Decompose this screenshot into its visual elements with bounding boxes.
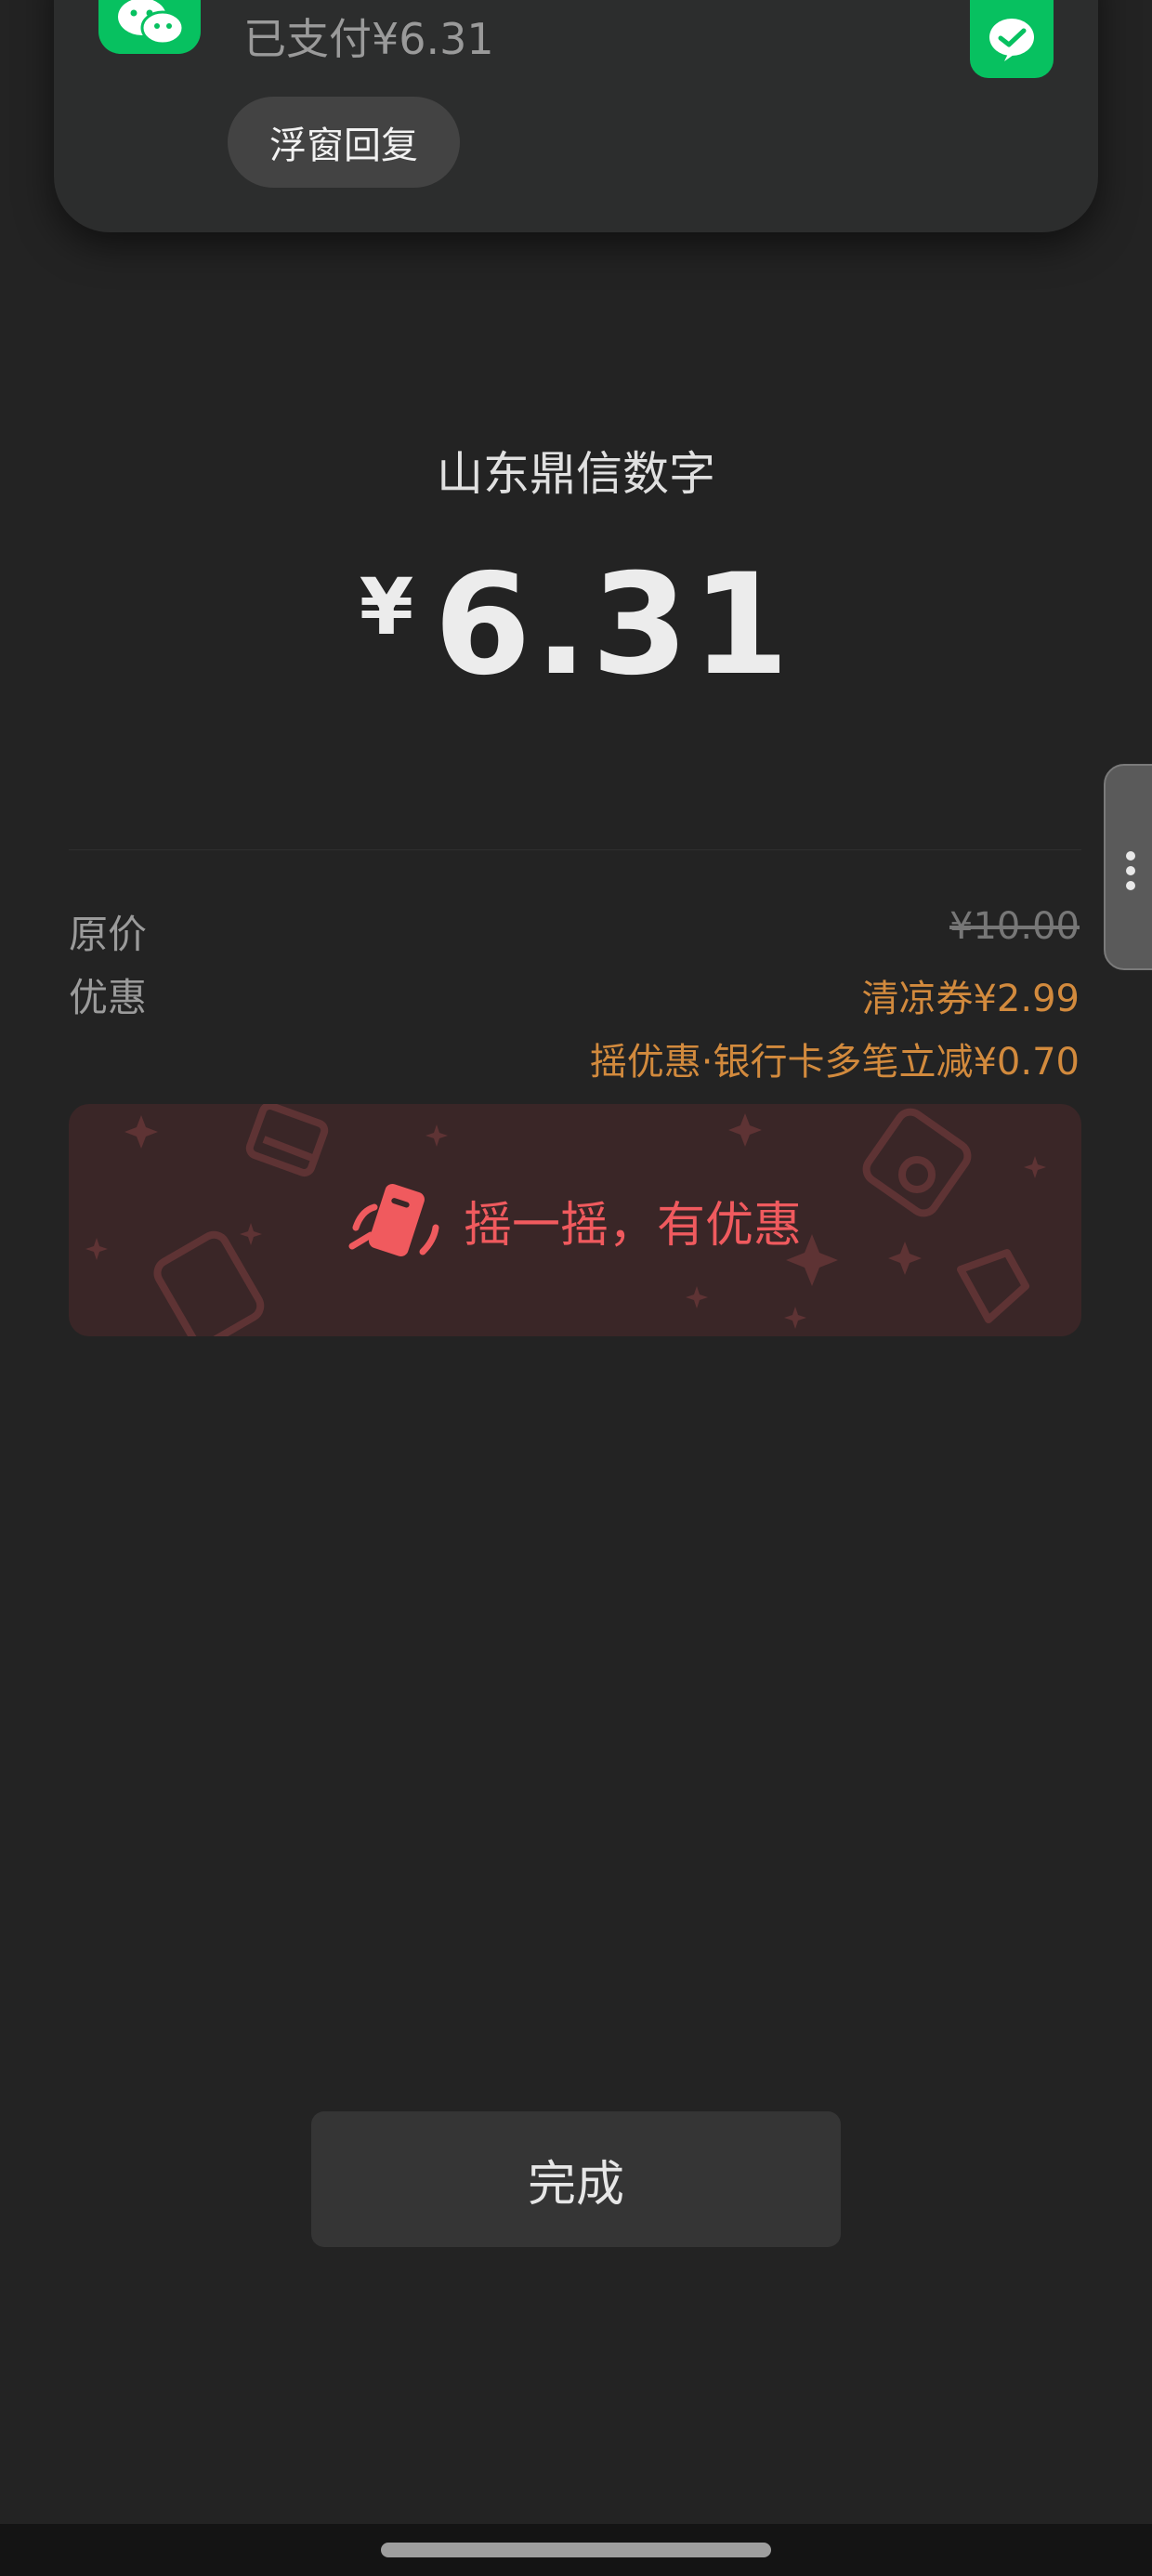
divider bbox=[69, 849, 1081, 850]
wechat-icon bbox=[98, 0, 201, 54]
home-indicator[interactable] bbox=[381, 2543, 771, 2557]
currency-symbol: ¥ bbox=[359, 561, 414, 652]
shake-banner-text: 摇一摇，有优惠 bbox=[463, 1197, 802, 1254]
amount-value: 6.31 bbox=[434, 545, 793, 706]
notification-card[interactable]: 已支付¥6.31 浮窗回复 bbox=[54, 0, 1098, 232]
shake-for-discount-banner[interactable]: 摇一摇，有优惠 bbox=[69, 1104, 1081, 1336]
done-button[interactable]: 完成 bbox=[311, 2111, 841, 2247]
more-dots-icon bbox=[1126, 851, 1135, 861]
system-navigation-bar bbox=[0, 2524, 1152, 2576]
payment-amount: ¥6.31 bbox=[0, 545, 1152, 706]
notification-message: 已支付¥6.31 bbox=[243, 14, 494, 64]
coupon-discount: 清凉券¥2.99 bbox=[861, 978, 1080, 1020]
merchant-name: 山东鼎信数字 bbox=[437, 447, 715, 501]
shake-phone-icon bbox=[348, 1184, 439, 1256]
original-price-label: 原价 bbox=[69, 912, 148, 957]
floating-reply-button[interactable]: 浮窗回复 bbox=[228, 97, 460, 188]
bank-card-discount: 摇优惠·银行卡多笔立减¥0.70 bbox=[589, 1041, 1080, 1084]
obscured-header-hint bbox=[448, 216, 708, 247]
floating-window-handle[interactable] bbox=[1104, 764, 1152, 970]
discount-label: 优惠 bbox=[69, 975, 148, 1020]
wechat-pay-icon bbox=[970, 0, 1054, 78]
more-dots-icon-dot bbox=[1126, 881, 1135, 890]
shake-content: 摇一摇，有优惠 bbox=[69, 1104, 1081, 1336]
original-price-value: ¥10.00 bbox=[949, 905, 1080, 948]
more-dots-icon-dot bbox=[1126, 866, 1135, 875]
